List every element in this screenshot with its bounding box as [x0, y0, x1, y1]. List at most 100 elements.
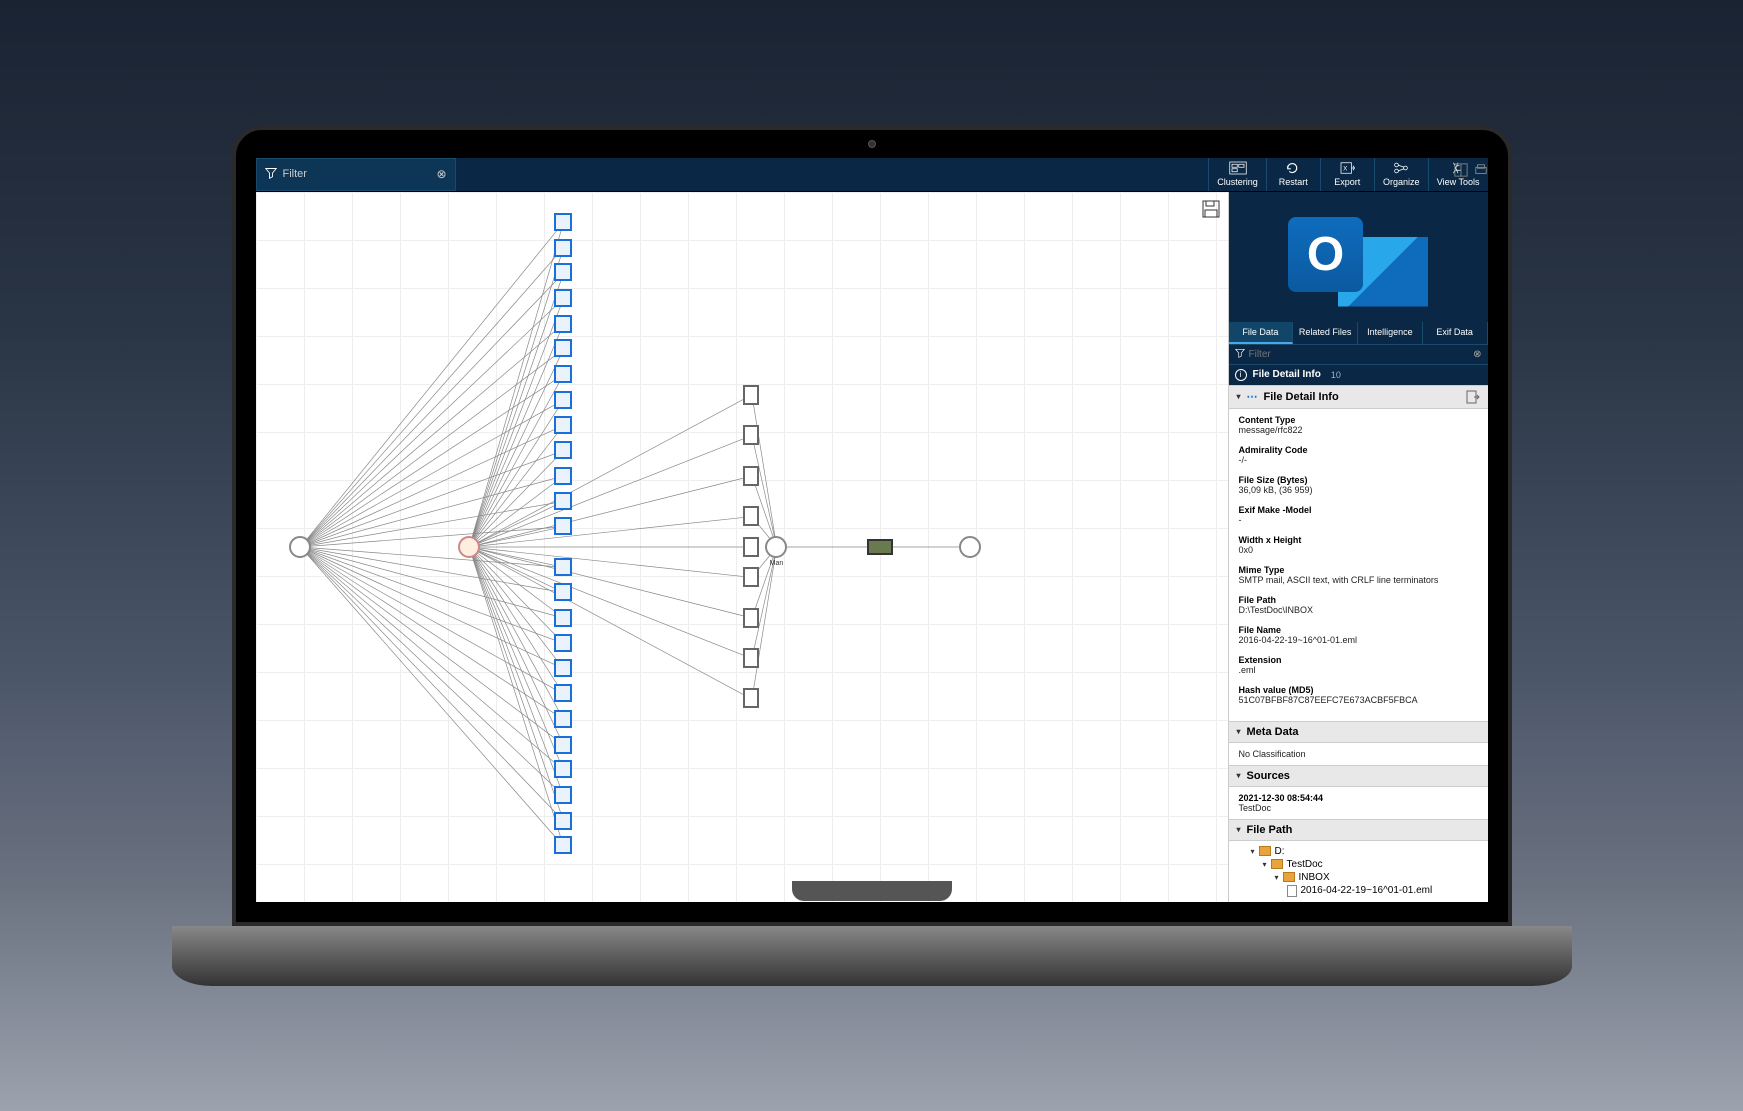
- graph-node-stack[interactable]: [554, 812, 572, 830]
- graph-node-stack[interactable]: [554, 736, 572, 754]
- graph-node-doc[interactable]: [743, 608, 759, 628]
- graph-node-doc[interactable]: [743, 425, 759, 445]
- graph-node-man[interactable]: Man: [765, 536, 787, 558]
- graph-node-doc[interactable]: [743, 537, 759, 557]
- chevron-down-icon: ▾: [1237, 392, 1241, 401]
- tab-file-data[interactable]: File Data: [1229, 322, 1294, 344]
- graph-node-stack[interactable]: [554, 492, 572, 510]
- section-sources[interactable]: ▾ Sources: [1229, 765, 1488, 787]
- graph-node-stack[interactable]: [554, 365, 572, 383]
- window-extra-icons: [1454, 163, 1488, 177]
- graph-node-left[interactable]: [289, 536, 311, 558]
- tree-row-root[interactable]: ▾ D:: [1239, 845, 1478, 858]
- folder-icon: [1283, 872, 1295, 882]
- graph-node-doc[interactable]: [743, 688, 759, 708]
- tree-row-testdoc[interactable]: ▾ TestDoc: [1239, 858, 1478, 871]
- graph-node-stack[interactable]: [554, 339, 572, 357]
- laptop-frame: ⊗ Clustering Restart X Export Organi: [172, 126, 1572, 986]
- field-admirality-code: Admirality Code -/-: [1239, 445, 1478, 465]
- tab-intelligence[interactable]: Intelligence: [1358, 322, 1423, 344]
- tab-related-files[interactable]: Related Files: [1293, 322, 1358, 344]
- export-button[interactable]: X Export: [1320, 158, 1374, 191]
- section-title: Sources: [1247, 770, 1290, 782]
- tree-row-inbox[interactable]: ▾ INBOX: [1239, 871, 1478, 884]
- file-preview: O: [1229, 192, 1488, 322]
- graph-node-stack[interactable]: [554, 760, 572, 778]
- folder-icon: [1271, 859, 1283, 869]
- section-meta-data[interactable]: ▾ Meta Data: [1229, 721, 1488, 743]
- graph-node-stack[interactable]: [554, 583, 572, 601]
- top-toolbar: ⊗ Clustering Restart X Export Organi: [256, 158, 1488, 192]
- chevron-down-icon: ▾: [1251, 847, 1255, 856]
- filter-icon: [1235, 348, 1245, 361]
- export-section-icon[interactable]: [1466, 390, 1480, 404]
- field-hash-md5: Hash value (MD5) 51C07BFBF87C87EEFC7E673…: [1239, 685, 1478, 705]
- field-file-name: File Name 2016-04-22-19~16^01-01.eml: [1239, 625, 1478, 645]
- filter-container: ⊗: [256, 158, 456, 191]
- graph-node-doc[interactable]: [743, 648, 759, 668]
- graph-node-stack[interactable]: [554, 263, 572, 281]
- graph-node-stack[interactable]: [554, 467, 572, 485]
- info-icon: i: [1235, 369, 1247, 381]
- graph-node-doc[interactable]: [743, 506, 759, 526]
- field-extension: Extension .eml: [1239, 655, 1478, 675]
- file-icon: [1287, 885, 1297, 897]
- right-panel: O File Data Related Files Intelligence E…: [1228, 192, 1488, 902]
- file-detail-header: i File Detail Info 10: [1229, 364, 1488, 385]
- graph-node-stack[interactable]: [554, 517, 572, 535]
- view-tools-label: View Tools: [1437, 177, 1480, 187]
- graph-node-stack[interactable]: [554, 634, 572, 652]
- restart-button[interactable]: Restart: [1266, 158, 1320, 191]
- chevron-down-icon: ▾: [1263, 860, 1267, 869]
- graph-node-hub[interactable]: [458, 536, 480, 558]
- graph-node-stack[interactable]: [554, 710, 572, 728]
- svg-text:X: X: [1344, 166, 1348, 172]
- graph-node-stack[interactable]: [554, 239, 572, 257]
- print-icon[interactable]: [1474, 163, 1488, 177]
- clustering-button[interactable]: Clustering: [1208, 158, 1266, 191]
- graph-node-right[interactable]: [959, 536, 981, 558]
- graph-node-doc[interactable]: [743, 385, 759, 405]
- clear-filter-icon[interactable]: ⊗: [1473, 349, 1481, 360]
- outlook-logo-icon: O: [1288, 202, 1428, 312]
- tree-row-file[interactable]: 2016-04-22-19~16^01-01.eml: [1239, 884, 1478, 898]
- graph-node-stack[interactable]: [554, 659, 572, 677]
- man-node-label: Man: [770, 560, 784, 567]
- graph-node-stack[interactable]: [554, 684, 572, 702]
- graph-node-device[interactable]: [867, 539, 893, 555]
- graph-node-stack[interactable]: [554, 416, 572, 434]
- clear-filter-icon[interactable]: ⊗: [436, 167, 446, 181]
- graph-node-stack[interactable]: [554, 558, 572, 576]
- graph-node-stack[interactable]: [554, 441, 572, 459]
- camera-icon: [868, 140, 876, 148]
- file-path-tree: ▾ D: ▾ TestDoc ▾ INBOX: [1229, 841, 1488, 902]
- graph-node-stack[interactable]: [554, 315, 572, 333]
- layout-icon[interactable]: [1454, 163, 1468, 177]
- restart-label: Restart: [1279, 177, 1308, 187]
- sources-content: 2021-12-30 08:54:44 TestDoc: [1229, 787, 1488, 819]
- graph-node-stack[interactable]: [554, 836, 572, 854]
- field-file-size: File Size (Bytes) 36,09 kB, (36 959): [1239, 475, 1478, 495]
- organize-label: Organize: [1383, 177, 1420, 187]
- tab-exif-data[interactable]: Exif Data: [1423, 322, 1488, 344]
- section-file-detail[interactable]: ▾ ⋯ File Detail Info: [1229, 385, 1488, 409]
- graph-node-stack[interactable]: [554, 213, 572, 231]
- meta-data-content: No Classification: [1229, 743, 1488, 765]
- graph-node-stack[interactable]: [554, 786, 572, 804]
- graph-node-stack[interactable]: [554, 609, 572, 627]
- chevron-down-icon: ▾: [1237, 727, 1241, 736]
- section-title: Meta Data: [1247, 726, 1299, 738]
- field-exif-make-model: Exif Make -Model -: [1239, 505, 1478, 525]
- filter-input[interactable]: [283, 168, 431, 180]
- field-content-type: Content Type message/rfc822: [1239, 415, 1478, 435]
- organize-button[interactable]: Organize: [1374, 158, 1428, 191]
- graph-node-doc[interactable]: [743, 466, 759, 486]
- tree-label: D:: [1275, 846, 1285, 857]
- graph-node-stack[interactable]: [554, 391, 572, 409]
- section-file-path-tree[interactable]: ▾ File Path: [1229, 819, 1488, 841]
- graph-node-stack[interactable]: [554, 289, 572, 307]
- graph-canvas[interactable]: Man: [256, 192, 1228, 902]
- graph-node-doc[interactable]: [743, 567, 759, 587]
- field-file-path: File Path D:\TestDoc\INBOX: [1239, 595, 1478, 615]
- detail-filter-input[interactable]: [1249, 349, 1470, 360]
